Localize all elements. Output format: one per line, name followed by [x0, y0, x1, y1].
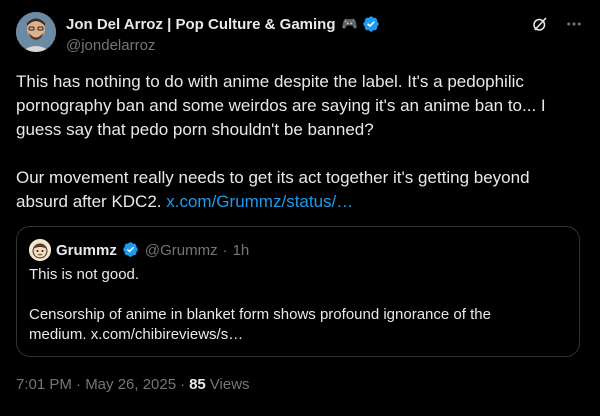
- top-actions: [530, 14, 584, 34]
- post-link[interactable]: x.com/Grummz/status/…: [166, 192, 353, 211]
- post-body-text: This has nothing to do with anime despit…: [16, 72, 546, 211]
- quote-author-name[interactable]: Grummz: [56, 242, 117, 259]
- verified-badge-icon: [362, 15, 380, 33]
- author-display-name[interactable]: Jon Del Arroz | Pop Culture & Gaming: [66, 16, 336, 33]
- post-meta: 7:01 PM · May 26, 2025 · 85 Views: [16, 376, 250, 393]
- quote-author-avatar[interactable]: [29, 239, 51, 261]
- meta-separator: ·: [180, 376, 186, 393]
- quote-timestamp[interactable]: 1h: [233, 242, 250, 259]
- author-handle[interactable]: @jondelarroz: [66, 37, 380, 54]
- quote-header: Grummz @Grummz · 1h: [29, 239, 249, 261]
- gamepad-icon: 🎮: [341, 16, 358, 31]
- views-count: 85: [189, 376, 206, 393]
- quote-link[interactable]: x.com/chibireviews/s…: [91, 326, 244, 343]
- quoted-post[interactable]: Grummz @Grummz · 1h This is not good. Ce…: [16, 226, 580, 357]
- quote-author-handle[interactable]: @Grummz: [145, 242, 218, 259]
- grok-icon[interactable]: [530, 14, 550, 34]
- more-icon[interactable]: [564, 14, 584, 34]
- quote-verified-badge-icon: [122, 241, 140, 259]
- post-card: Jon Del Arroz | Pop Culture & Gaming 🎮 @…: [0, 0, 600, 416]
- post-timestamp[interactable]: 7:01 PM · May 26, 2025: [16, 376, 176, 393]
- quote-body: This is not good. Censorship of anime in…: [29, 265, 549, 345]
- quote-separator: ·: [222, 241, 228, 259]
- views-label: Views: [209, 376, 250, 393]
- post-body: This has nothing to do with anime despit…: [16, 70, 576, 214]
- author-block: Jon Del Arroz | Pop Culture & Gaming 🎮 @…: [66, 14, 380, 54]
- author-avatar[interactable]: [16, 12, 56, 52]
